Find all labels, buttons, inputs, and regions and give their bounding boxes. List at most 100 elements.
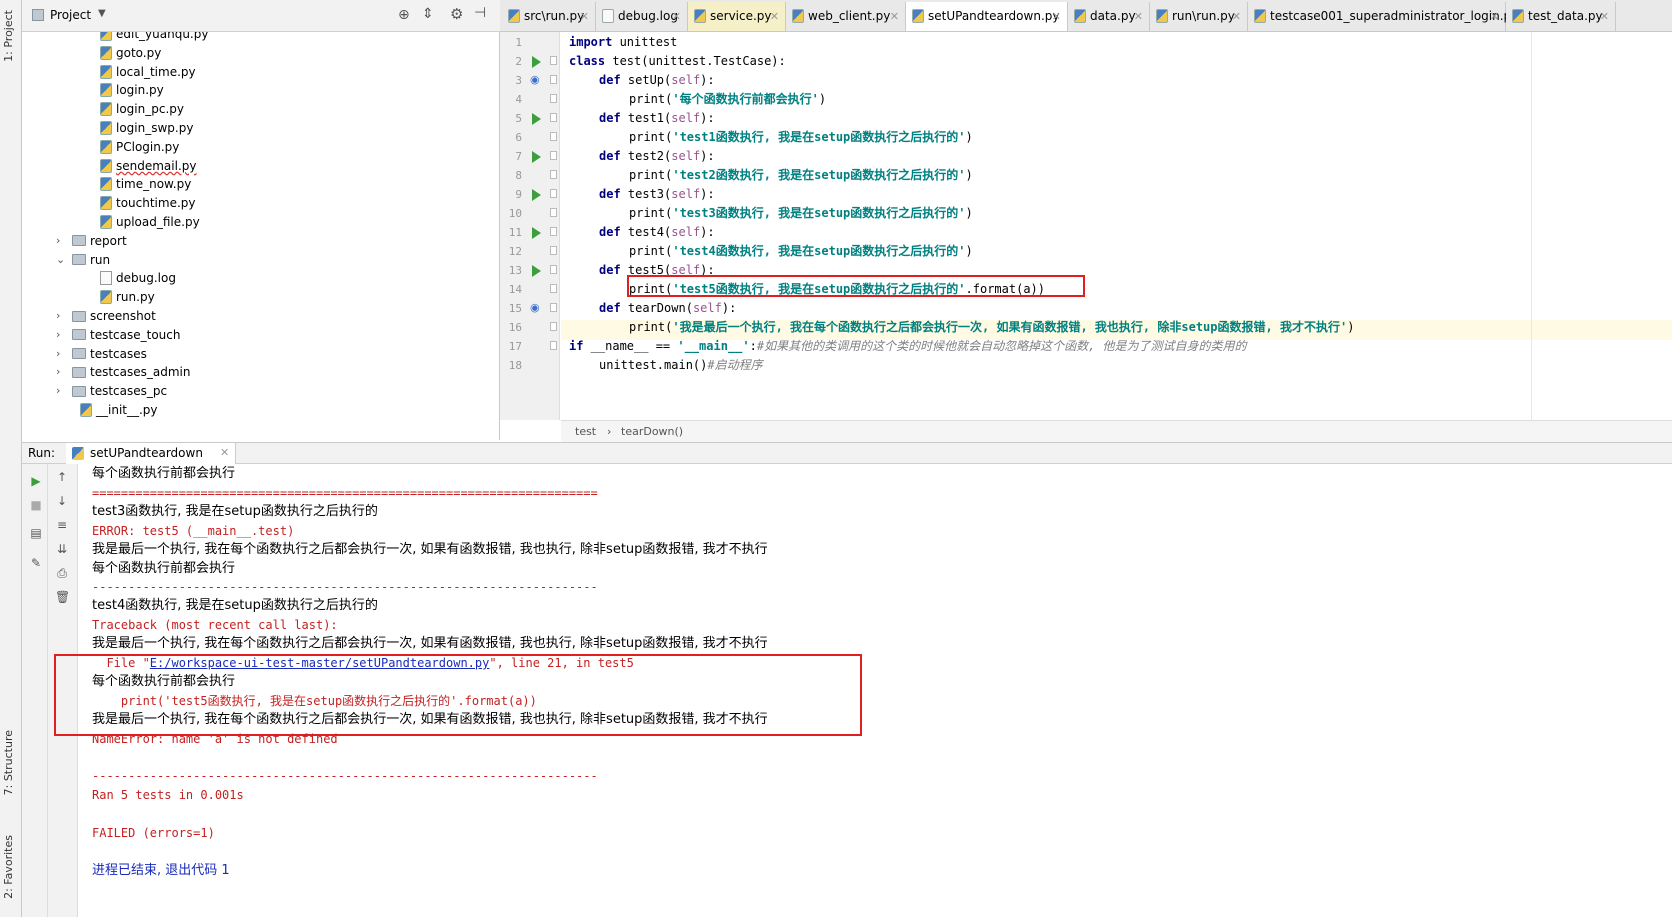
soft-wrap-icon[interactable]: ≡ [55, 518, 69, 532]
tree-item[interactable]: PClogin.py [100, 137, 179, 157]
console-line: test4函数执行, 我是在setup函数执行之后执行的 [92, 598, 378, 614]
project-tool-tab[interactable]: 1: Project [2, 10, 15, 62]
fold-marker-icon[interactable] [550, 284, 557, 293]
close-icon[interactable]: ✕ [1490, 2, 1499, 31]
editor-tab[interactable]: service.py ✕ [688, 2, 786, 31]
editor-tab[interactable]: data.py ✕ [1068, 2, 1150, 31]
chevron-right-icon[interactable]: › [56, 344, 72, 364]
gear-icon[interactable]: ⚙ [450, 5, 463, 23]
fold-marker-icon[interactable] [550, 75, 557, 84]
tree-item[interactable]: login.py [100, 80, 164, 100]
line-number: 12 [508, 245, 522, 258]
override-marker-icon[interactable]: ◉ [530, 301, 540, 314]
tree-item[interactable]: goto.py [100, 43, 161, 63]
code-editor[interactable]: import unittest class test(unittest.Test… [561, 32, 1672, 420]
close-icon[interactable]: ✕ [1052, 2, 1061, 31]
console-line: FAILED (errors=1) [92, 826, 215, 841]
arrow-down-icon[interactable]: ↓ [55, 494, 69, 508]
fold-marker-icon[interactable] [550, 303, 557, 312]
run-gutter-icon[interactable] [532, 113, 541, 125]
fold-marker-icon[interactable] [550, 151, 557, 160]
run-console[interactable]: 每个函数执行前都会执行 =============================… [54, 464, 1672, 917]
breadcrumb-method[interactable]: tearDown() [621, 425, 683, 438]
fold-marker-icon[interactable] [550, 208, 557, 217]
tree-item[interactable]: upload_file.py [100, 212, 200, 232]
editor-tab[interactable]: src\run.py ✕ [502, 2, 596, 31]
tree-item[interactable]: login_swp.py [100, 118, 193, 138]
fold-marker-icon[interactable] [550, 265, 557, 274]
fold-marker-icon[interactable] [550, 94, 557, 103]
pin-icon[interactable]: ✎ [29, 556, 43, 570]
project-title[interactable]: Project [50, 8, 91, 22]
rerun-icon[interactable]: ▶ [29, 474, 43, 488]
chevron-right-icon[interactable]: › [56, 381, 72, 401]
fold-marker-icon[interactable] [550, 132, 557, 141]
close-icon[interactable]: ✕ [1600, 2, 1609, 31]
run-gutter-icon[interactable] [532, 227, 541, 239]
tree-item[interactable]: › testcases [56, 344, 147, 364]
structure-tool-tab[interactable]: 7: Structure [2, 730, 15, 795]
console-line: 每个函数执行前都会执行 [92, 560, 236, 576]
stop-icon[interactable]: ■ [29, 498, 43, 512]
hide-panel-icon[interactable]: ⊣ [474, 5, 486, 21]
chevron-right-icon[interactable]: › [56, 231, 72, 251]
tree-item[interactable]: › testcases_pc [56, 381, 167, 401]
tree-item[interactable]: › report [56, 231, 127, 251]
run-gutter-icon[interactable] [532, 151, 541, 163]
trash-icon[interactable]: 🗑 [55, 590, 70, 604]
fold-marker-icon[interactable] [550, 341, 557, 350]
override-marker-icon[interactable]: ◉ [530, 73, 540, 86]
tree-item[interactable]: time_now.py [100, 174, 191, 194]
tree-item[interactable]: touchtime.py [100, 193, 196, 213]
chevron-right-icon[interactable]: › [56, 306, 72, 326]
run-config-tab[interactable]: setUPandteardown ✕ [66, 443, 236, 465]
breadcrumb-class[interactable]: test [575, 425, 596, 438]
arrow-up-icon[interactable]: ↑ [55, 470, 69, 484]
tree-item-label: PClogin.py [116, 139, 180, 154]
tree-item[interactable]: __init__.py [80, 400, 158, 420]
tree-item[interactable]: › testcases_admin [56, 362, 190, 382]
collapse-all-icon[interactable]: ⇕ [422, 6, 434, 22]
tree-item[interactable]: › screenshot [56, 306, 156, 326]
fold-marker-icon[interactable] [550, 227, 557, 236]
chevron-down-icon[interactable]: ▼ [98, 8, 106, 19]
tree-item[interactable]: login_pc.py [100, 99, 184, 119]
tree-item[interactable]: debug.log [100, 268, 176, 288]
editor-tab[interactable]: debug.log ✕ [596, 2, 688, 31]
editor-tab[interactable]: testcase001_superadministrator_login.py ✕ [1248, 2, 1518, 31]
locate-icon[interactable]: ⊕ [398, 7, 410, 23]
editor-tab[interactable]: run\run.py ✕ [1150, 2, 1248, 31]
chevron-right-icon[interactable]: › [56, 362, 72, 382]
run-gutter-icon[interactable] [532, 56, 541, 68]
close-icon[interactable]: ✕ [1134, 2, 1143, 31]
fold-marker-icon[interactable] [550, 56, 557, 65]
editor-tab[interactable]: setUPandteardown.py ✕ [906, 2, 1068, 31]
close-icon[interactable]: ✕ [770, 2, 779, 31]
tree-item[interactable]: run.py [100, 287, 155, 307]
scroll-to-end-icon[interactable]: ⇊ [55, 542, 69, 556]
close-icon[interactable]: ✕ [220, 446, 229, 459]
tree-item[interactable]: sendemail.py [100, 156, 196, 176]
close-icon[interactable]: ✕ [1232, 2, 1241, 31]
tree-item[interactable]: › testcase_touch [56, 325, 181, 345]
fold-marker-icon[interactable] [550, 322, 557, 331]
close-icon[interactable]: ✕ [672, 2, 681, 31]
editor-tab[interactable]: test_data.py ✕ [1506, 2, 1616, 31]
editor-tab[interactable]: web_client.py ✕ [786, 2, 906, 31]
tree-item[interactable]: ⌄ run [56, 250, 110, 270]
chevron-right-icon[interactable]: › [56, 325, 72, 345]
close-icon[interactable]: ✕ [890, 2, 899, 31]
close-icon[interactable]: ✕ [580, 2, 589, 31]
tree-item[interactable]: local_time.py [100, 62, 196, 82]
traceback-file-link[interactable]: E:/workspace-ui-test-master/setUPandtear… [150, 656, 490, 670]
chevron-down-icon[interactable]: ⌄ [56, 250, 72, 270]
fold-marker-icon[interactable] [550, 189, 557, 198]
run-gutter-icon[interactable] [532, 265, 541, 277]
run-gutter-icon[interactable] [532, 189, 541, 201]
fold-marker-icon[interactable] [550, 113, 557, 122]
fold-marker-icon[interactable] [550, 246, 557, 255]
layout-icon[interactable]: ▤ [29, 526, 43, 540]
fold-marker-icon[interactable] [550, 170, 557, 179]
favorites-tool-tab[interactable]: 2: Favorites [2, 835, 15, 899]
print-icon[interactable]: ⎙ [55, 566, 69, 580]
